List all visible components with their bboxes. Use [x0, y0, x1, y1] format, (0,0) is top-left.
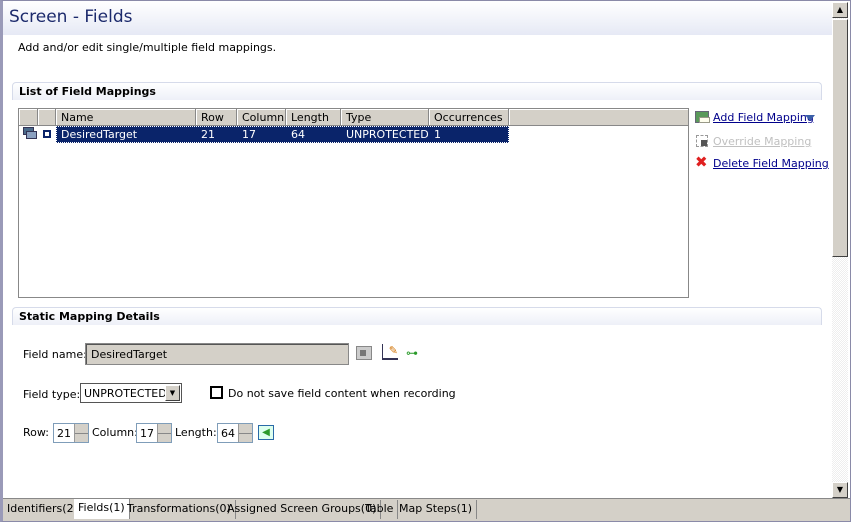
column-header-type[interactable]: Type	[341, 109, 429, 126]
override-mapping-icon	[696, 135, 708, 147]
cell-column: 17	[242, 128, 256, 141]
tab-assigned-screen-groups[interactable]: Assigned Screen Groups(0)	[223, 500, 382, 519]
spin-buttons[interactable]	[238, 424, 252, 442]
cell-row: 21	[201, 128, 215, 141]
vertical-scrollbar[interactable]: ▲ ▼	[832, 2, 848, 498]
column-header-name[interactable]: Name	[56, 109, 196, 126]
page-description: Add and/or edit single/multiple field ma…	[18, 41, 277, 54]
length-label: Length:	[175, 426, 217, 439]
column-header-row[interactable]: Row	[196, 109, 237, 126]
cell-type: UNPROTECTED	[346, 128, 429, 141]
editor-tabs: Identifiers(2) Fields(1) Transformations…	[3, 498, 850, 521]
column-spinner[interactable]: 17	[136, 423, 172, 443]
scroll-down-button[interactable]: ▼	[832, 482, 848, 498]
delete-field-mapping-link[interactable]: Delete Field Mapping	[713, 157, 829, 170]
chevron-down-icon[interactable]: ▼	[165, 385, 180, 401]
screen-field-icon	[23, 127, 37, 139]
field-mappings-table[interactable]: Name Row Column Length Type Occurrences …	[18, 108, 689, 298]
column-value: 17	[140, 427, 154, 440]
field-name-input[interactable]: DesiredTarget	[85, 343, 349, 365]
spin-buttons[interactable]	[157, 424, 171, 442]
tab-table[interactable]: Table	[361, 500, 399, 519]
row-value: 21	[57, 427, 71, 440]
tab-fields[interactable]: Fields(1)	[74, 499, 130, 519]
cell-occurrences: 1	[434, 128, 441, 141]
details-section-header: Static Mapping Details	[12, 307, 822, 325]
list-section-header: List of Field Mappings	[12, 82, 822, 100]
column-header-column[interactable]: Column	[237, 109, 286, 126]
spin-buttons[interactable]	[74, 424, 88, 442]
length-value: 64	[221, 427, 235, 440]
cell-length: 64	[291, 128, 305, 141]
column-header-filler	[509, 109, 688, 126]
scroll-up-button[interactable]: ▲	[832, 2, 848, 18]
edit-icon[interactable]: ✎	[382, 344, 398, 360]
add-field-mapping-link[interactable]: Add Field Mapping	[713, 111, 814, 124]
add-field-mapping-icon	[695, 111, 710, 123]
chevron-down-icon[interactable]	[805, 115, 815, 121]
do-not-save-label: Do not save field content when recording	[228, 387, 456, 400]
import-icon[interactable]	[356, 346, 372, 360]
apply-position-icon[interactable]: ◀	[258, 425, 274, 440]
override-mapping-link[interactable]: Override Mapping	[713, 135, 811, 148]
column-header-select[interactable]	[38, 109, 56, 126]
tab-map-steps[interactable]: Map Steps(1)	[395, 500, 478, 519]
tab-identifiers[interactable]: Identifiers(2)	[3, 500, 83, 519]
page-title: Screen - Fields	[9, 7, 133, 27]
cell-name: DesiredTarget	[61, 128, 138, 141]
delete-icon: ✖	[695, 153, 708, 171]
row-spinner[interactable]: 21	[53, 423, 89, 443]
field-type-select[interactable]: UNPROTECTED ▼	[80, 383, 182, 403]
scrollbar-thumb[interactable]	[832, 19, 848, 257]
table-row[interactable]: DesiredTarget 21 17 64 UNPROTECTED 1	[56, 126, 509, 143]
column-header-occurrences[interactable]: Occurrences	[429, 109, 509, 126]
field-type-label: Field type:	[23, 388, 81, 401]
column-header-icon[interactable]	[19, 109, 38, 126]
column-label: Column:	[92, 426, 138, 439]
length-spinner[interactable]: 64	[217, 423, 253, 443]
do-not-save-checkbox[interactable]	[210, 386, 223, 399]
field-name-label: Field name:	[23, 348, 87, 361]
row-checkbox[interactable]	[43, 130, 51, 138]
row-label: Row:	[23, 426, 49, 439]
mapping-tree-icon[interactable]: ⊶	[406, 346, 418, 360]
field-type-value: UNPROTECTED	[84, 387, 167, 400]
column-header-length[interactable]: Length	[286, 109, 341, 126]
tab-transformations[interactable]: Transformations(0)	[123, 500, 236, 519]
